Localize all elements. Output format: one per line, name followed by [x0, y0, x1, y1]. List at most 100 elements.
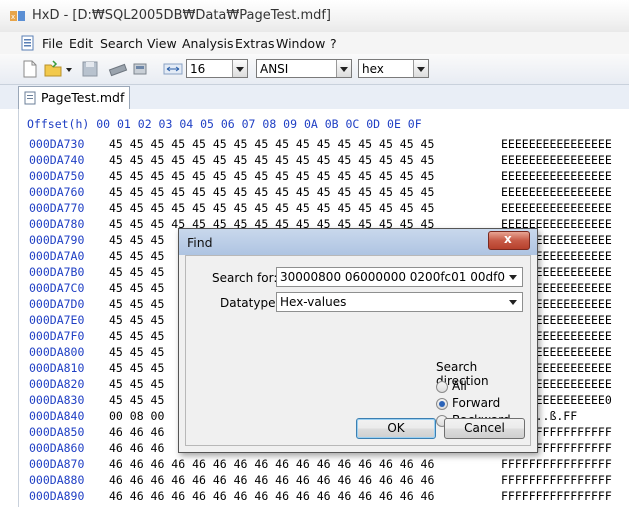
offset-base-select[interactable]: hex: [358, 59, 429, 78]
menu-window[interactable]: Window: [276, 36, 325, 51]
row-offset: 000DA880: [29, 473, 85, 487]
cancel-button[interactable]: Cancel: [444, 418, 525, 439]
datatype-value: Hex-values: [280, 295, 347, 309]
datatype-select[interactable]: Hex-values: [276, 292, 523, 312]
row-bytes[interactable]: 00 08 00: [109, 409, 164, 423]
search-direction-title: Search direction: [436, 360, 489, 388]
row-offset: 000DA780: [29, 217, 85, 231]
row-offset: 000DA830: [29, 393, 85, 407]
menu-edit[interactable]: Edit: [69, 36, 93, 51]
search-for-value: 30000800 06000000 0200fc01 00df0746: [280, 270, 506, 284]
row-bytes[interactable]: 45 45 45 45 45 45 45 45 45 45 45 45 45 4…: [109, 153, 434, 167]
row-text[interactable]: EEEEEEEEEEEEEEEE: [501, 169, 612, 183]
open-folder-icon[interactable]: [43, 59, 63, 79]
dialog-title-bar[interactable]: Find x: [179, 229, 537, 255]
row-bytes[interactable]: 45 45 45: [109, 313, 164, 327]
save-icon[interactable]: [80, 59, 100, 79]
menu-view[interactable]: View: [147, 36, 177, 51]
row-text[interactable]: EEEEEEEEEEEEEEEE: [501, 153, 612, 167]
file-icon: [24, 91, 36, 105]
disk-editor-icon[interactable]: [131, 59, 151, 79]
ram-editor-icon[interactable]: [108, 59, 128, 79]
title-bar: x HxD - [D:₩SQL2005DB₩Data₩PageTest.mdf]: [0, 0, 629, 33]
chevron-down-icon[interactable]: [336, 60, 351, 77]
row-bytes[interactable]: 45 45 45: [109, 361, 164, 375]
row-bytes[interactable]: 45 45 45: [109, 233, 164, 247]
row-offset: 000DA870: [29, 457, 85, 471]
open-dropdown-arrow-icon[interactable]: [64, 59, 74, 79]
row-bytes[interactable]: 45 45 45: [109, 281, 164, 295]
row-bytes[interactable]: 45 45 45 45 45 45 45 45 45 45 45 45 45 4…: [109, 137, 434, 151]
hxd-app-icon[interactable]: x: [10, 9, 26, 23]
row-bytes[interactable]: 45 45 45: [109, 345, 164, 359]
search-for-label: Search for:: [212, 271, 278, 285]
row-bytes[interactable]: 46 46 46: [109, 441, 164, 455]
row-bytes[interactable]: 46 46 46 46 46 46 46 46 46 46 46 46 46 4…: [109, 457, 434, 471]
hex-row[interactable]: 000DA890 46 46 46 46 46 46 46 46 46 46 46…: [0, 489, 629, 505]
chevron-down-icon[interactable]: [232, 60, 247, 77]
close-button[interactable]: x: [488, 231, 530, 250]
row-bytes[interactable]: 45 45 45: [109, 297, 164, 311]
offset-base-value: hex: [362, 62, 384, 76]
row-bytes[interactable]: 46 46 46: [109, 425, 164, 439]
row-text[interactable]: EEEEEEEEEEEEEEEE: [501, 201, 612, 215]
row-offset: 000DA790: [29, 233, 85, 247]
row-offset: 000DA760: [29, 185, 85, 199]
menu-help[interactable]: ?: [330, 36, 337, 51]
radio-all[interactable]: [436, 381, 448, 393]
menu-extras[interactable]: Extras: [235, 36, 275, 51]
hex-row[interactable]: 000DA770 45 45 45 45 45 45 45 45 45 45 45…: [0, 201, 629, 217]
menu-analysis[interactable]: Analysis: [182, 36, 234, 51]
menu-file[interactable]: File: [42, 36, 63, 51]
row-bytes[interactable]: 46 46 46 46 46 46 46 46 46 46 46 46 46 4…: [109, 489, 434, 503]
row-bytes[interactable]: 45 45 45 45 45 45 45 45 45 45 45 45 45 4…: [109, 169, 434, 183]
new-file-icon[interactable]: [20, 59, 40, 79]
hex-row[interactable]: 000DA730 45 45 45 45 45 45 45 45 45 45 45…: [0, 137, 629, 153]
svg-text:x: x: [11, 13, 15, 21]
row-offset: 000DA840: [29, 409, 85, 423]
search-for-input[interactable]: 30000800 06000000 0200fc01 00df0746: [276, 267, 523, 287]
find-dialog[interactable]: Find x Search for: 30000800 06000000 020…: [178, 228, 538, 453]
row-bytes[interactable]: 45 45 45: [109, 393, 164, 407]
document-menu-icon[interactable]: [20, 35, 36, 51]
row-bytes[interactable]: 46 46 46 46 46 46 46 46 46 46 46 46 46 4…: [109, 473, 434, 487]
hex-row[interactable]: 000DA750 45 45 45 45 45 45 45 45 45 45 45…: [0, 169, 629, 185]
row-text[interactable]: EEEEEEEEEEEEEEEE: [501, 137, 612, 151]
radio-all-label[interactable]: All: [452, 379, 467, 393]
row-offset: 000DA850: [29, 425, 85, 439]
charset-select[interactable]: ANSI: [256, 59, 352, 78]
row-text[interactable]: FFFFFFFFFFFFFFFF: [501, 473, 612, 487]
row-bytes[interactable]: 45 45 45: [109, 249, 164, 263]
menu-bar: File Edit Search View Analysis Extras Wi…: [0, 32, 629, 54]
dialog-title: Find: [187, 235, 213, 250]
row-offset: 000DA770: [29, 201, 85, 215]
row-bytes[interactable]: 45 45 45: [109, 377, 164, 391]
radio-forward-label[interactable]: Forward: [452, 396, 500, 410]
hex-row[interactable]: 000DA880 46 46 46 46 46 46 46 46 46 46 46…: [0, 473, 629, 489]
radio-forward[interactable]: [436, 398, 448, 410]
dialog-body: Search for: 30000800 06000000 0200fc01 0…: [185, 255, 531, 446]
row-text[interactable]: FFFFFFFFFFFFFFFF: [501, 489, 612, 503]
hex-row[interactable]: 000DA740 45 45 45 45 45 45 45 45 45 45 45…: [0, 153, 629, 169]
row-bytes[interactable]: 45 45 45: [109, 329, 164, 343]
charset-value: ANSI: [260, 62, 289, 76]
row-offset: 000DA7B0: [29, 265, 85, 279]
ok-button[interactable]: OK: [356, 418, 436, 439]
row-offset: 000DA800: [29, 345, 85, 359]
hex-row[interactable]: 000DA760 45 45 45 45 45 45 45 45 45 45 45…: [0, 185, 629, 201]
row-bytes[interactable]: 45 45 45 45 45 45 45 45 45 45 45 45 45 4…: [109, 201, 434, 215]
tab-pagetest[interactable]: PageTest.mdf: [18, 86, 130, 109]
chevron-down-icon[interactable]: [507, 295, 520, 309]
row-text[interactable]: FFFFFFFFFFFFFFFF: [501, 457, 612, 471]
row-bytes[interactable]: 45 45 45: [109, 265, 164, 279]
row-offset: 000DA740: [29, 153, 85, 167]
row-offset: 000DA890: [29, 489, 85, 503]
menu-search[interactable]: Search: [100, 36, 143, 51]
chevron-down-icon[interactable]: [413, 60, 428, 77]
chevron-down-icon[interactable]: [507, 270, 520, 284]
row-bytes[interactable]: 45 45 45 45 45 45 45 45 45 45 45 45 45 4…: [109, 185, 434, 199]
bytes-per-row-icon: [163, 63, 183, 75]
bytes-per-row-select[interactable]: 16: [186, 59, 248, 78]
hex-row[interactable]: 000DA870 46 46 46 46 46 46 46 46 46 46 46…: [0, 457, 629, 473]
row-text[interactable]: EEEEEEEEEEEEEEEE: [501, 185, 612, 199]
